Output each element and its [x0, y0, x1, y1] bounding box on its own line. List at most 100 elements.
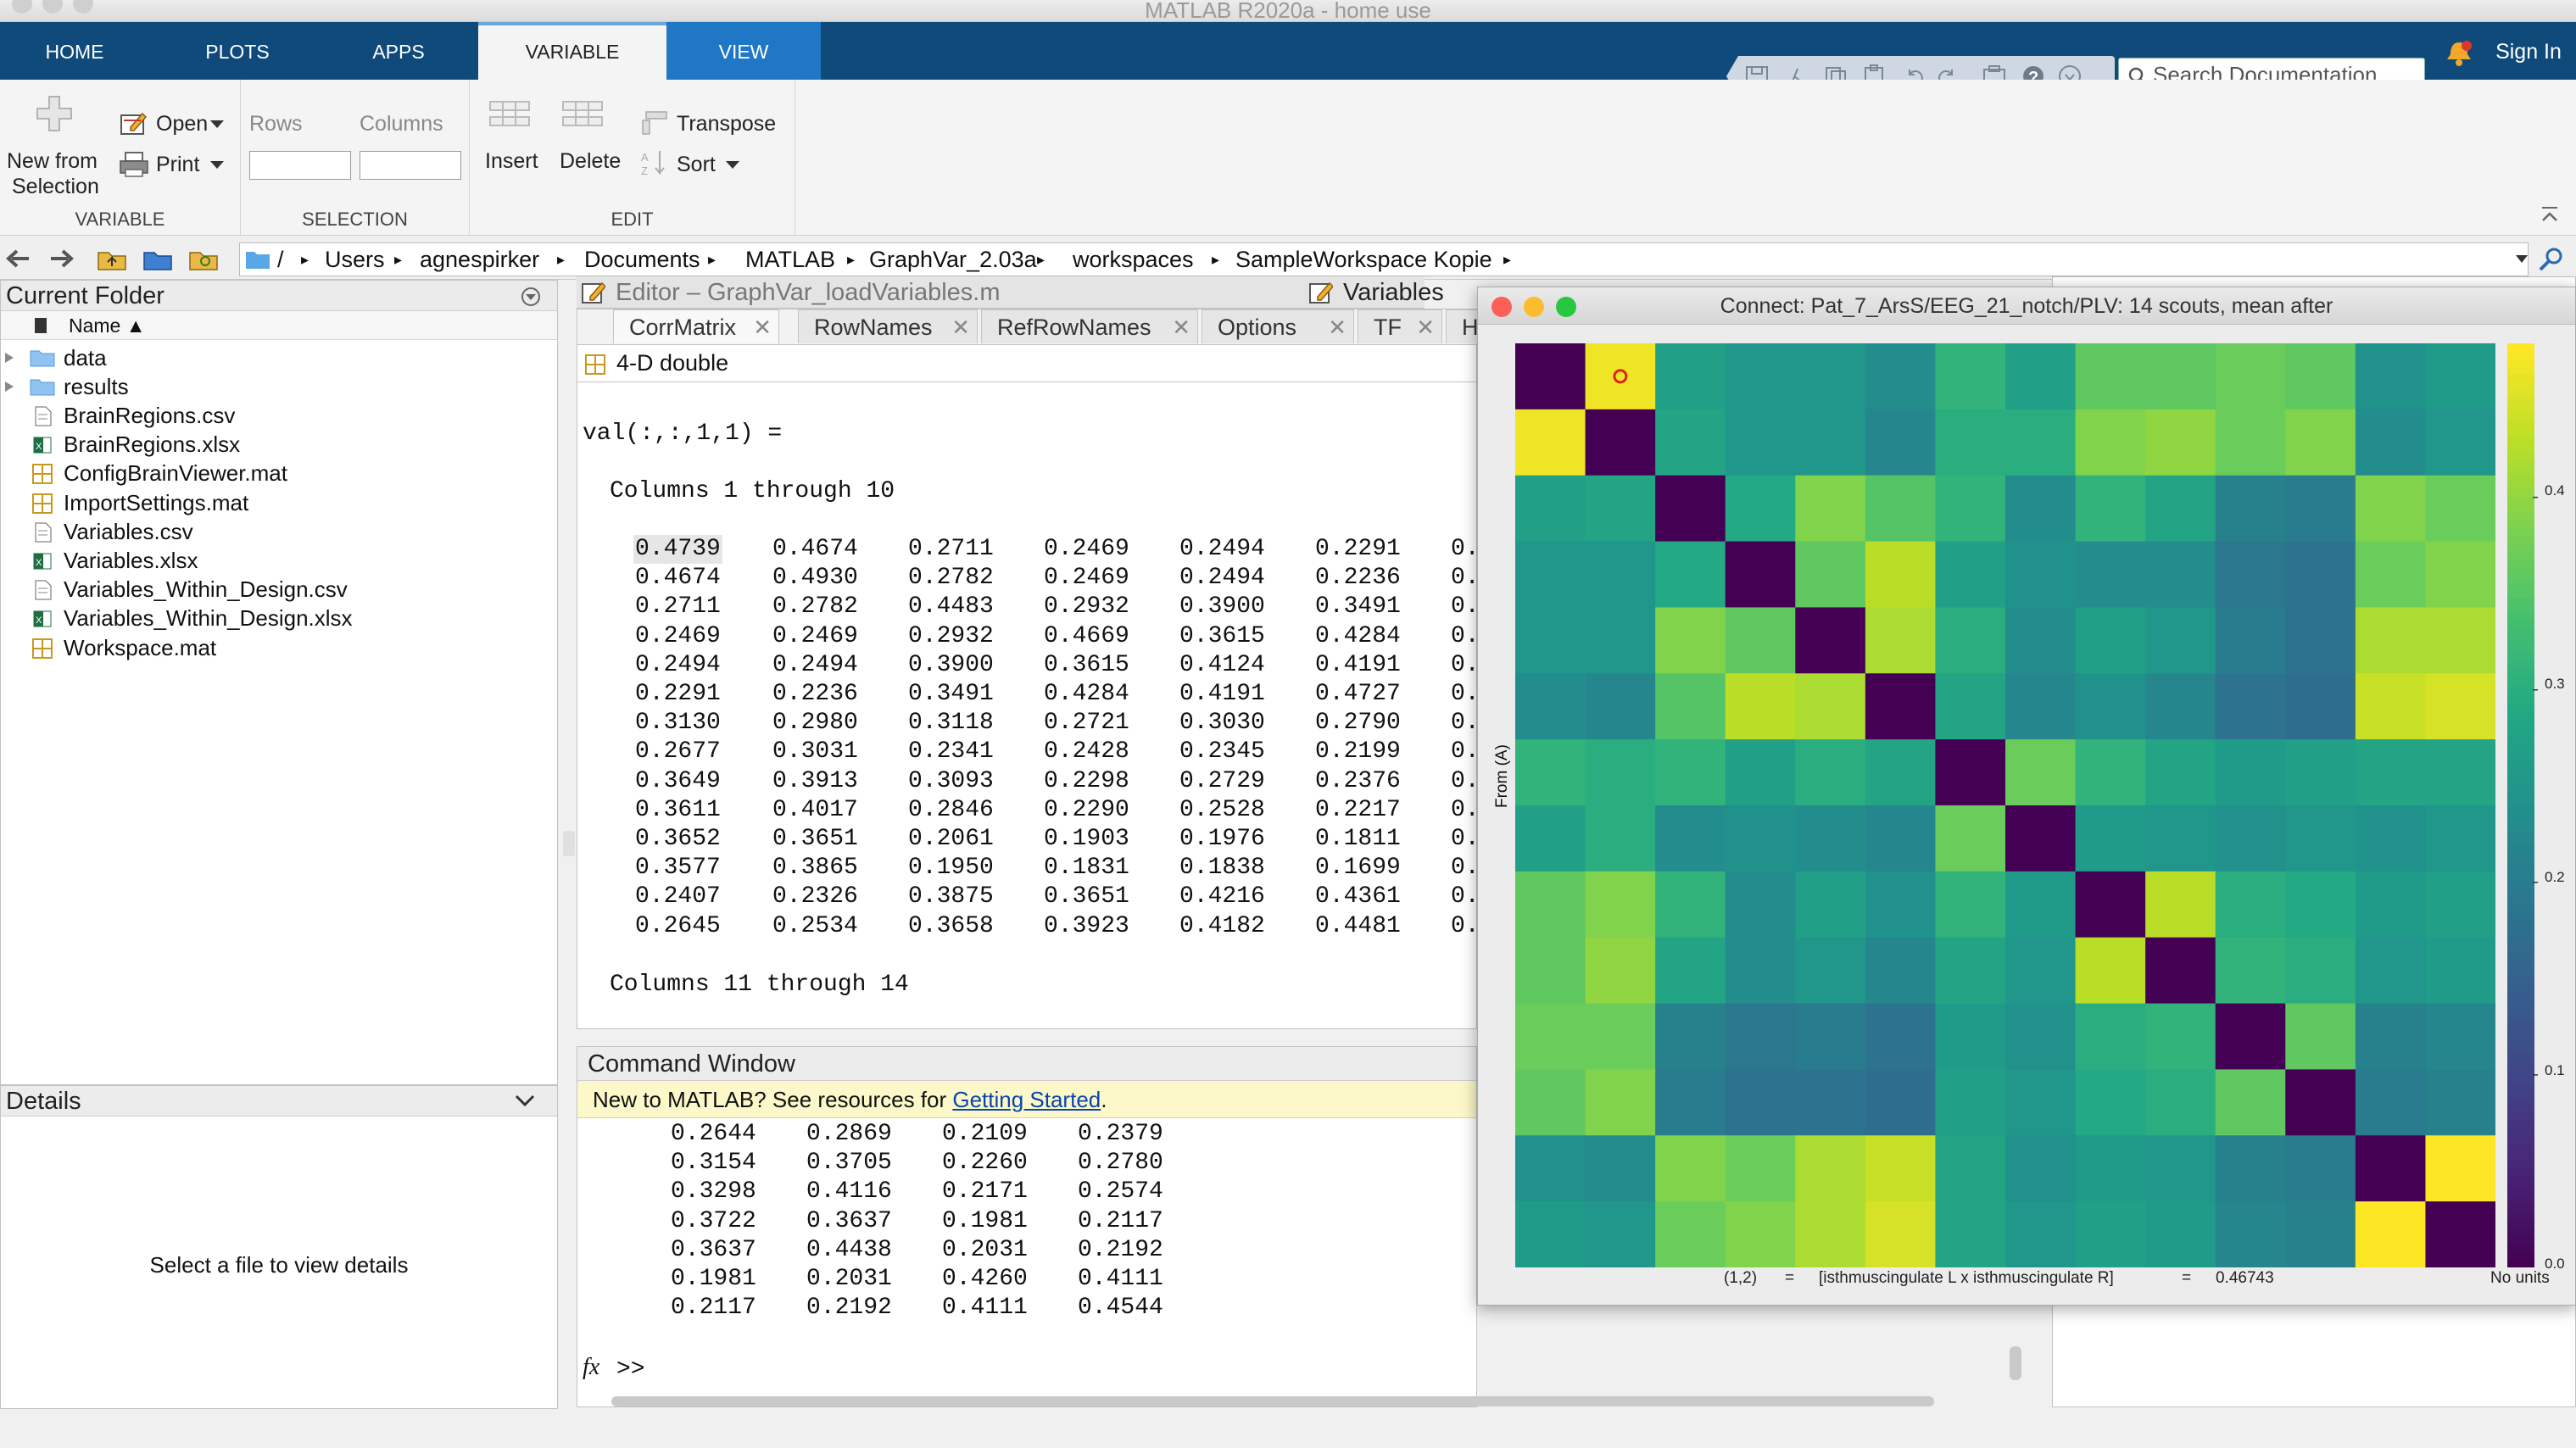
variable-cell[interactable]: 0. — [1451, 680, 1480, 709]
variable-cell[interactable]: 0.2290 — [1044, 796, 1129, 825]
heatmap-cell[interactable] — [1725, 409, 1796, 476]
heatmap-cell[interactable] — [2075, 1135, 2146, 1202]
heatmap-cell[interactable] — [2285, 805, 2356, 872]
heatmap-cell[interactable] — [2075, 607, 2146, 674]
heatmap-cell[interactable] — [2285, 1135, 2356, 1202]
tab-apps[interactable]: APPS — [339, 22, 458, 80]
heatmap-cell[interactable] — [2215, 343, 2286, 410]
heatmap-cell[interactable] — [2215, 871, 2286, 938]
heatmap-cell[interactable] — [2355, 409, 2427, 476]
vertical-scrollbar[interactable] — [2010, 1346, 2021, 1380]
forward-icon[interactable] — [47, 248, 76, 270]
variable-cell[interactable]: 0.3651 — [1044, 883, 1129, 911]
heatmap-cell[interactable] — [1935, 739, 2006, 806]
heatmap-cell[interactable] — [2145, 1069, 2216, 1136]
variable-cell[interactable]: 0. — [1451, 535, 1480, 564]
heatmap-cell[interactable] — [1725, 871, 1796, 938]
heatmap-cell[interactable] — [2215, 1135, 2286, 1202]
variable-cell[interactable]: 0.3658 — [908, 912, 994, 941]
heatmap-cell[interactable] — [1865, 475, 1937, 543]
heatmap-cell[interactable] — [2215, 1201, 2286, 1267]
variable-cell[interactable]: 0.1950 — [908, 854, 994, 883]
heatmap-cell[interactable] — [2145, 937, 2216, 1005]
heatmap-cell[interactable] — [2355, 1003, 2427, 1071]
heatmap-cell[interactable] — [1865, 607, 1937, 674]
heatmap-cell[interactable] — [2215, 673, 2286, 740]
variable-cell[interactable]: 0.3900 — [908, 651, 994, 680]
heatmap-cell[interactable] — [1865, 409, 1937, 476]
heatmap-cell[interactable] — [2285, 475, 2356, 543]
variable-cell[interactable]: 0.3875 — [908, 883, 994, 911]
heatmap-cell[interactable] — [2075, 937, 2146, 1005]
breadcrumb-agnespirker[interactable]: agnespirker — [420, 242, 539, 276]
heatmap-cell[interactable] — [1795, 1201, 1866, 1267]
variable-cell[interactable]: 0.2645 — [635, 912, 721, 941]
variable-cell[interactable]: 0.2291 — [1315, 535, 1401, 564]
heatmap-cell[interactable] — [1515, 739, 1586, 806]
minimize-figure-button[interactable] — [1524, 297, 1544, 317]
heatmap-cell[interactable] — [1655, 607, 1726, 674]
heatmap-cell[interactable] — [1655, 1135, 1726, 1202]
heatmap-cell[interactable] — [2005, 343, 2077, 410]
variable-cell[interactable]: 0.3649 — [635, 767, 721, 796]
heatmap-cell[interactable] — [2355, 343, 2427, 410]
heatmap-cell[interactable] — [2145, 1135, 2216, 1202]
variable-cell[interactable]: 0.2782 — [772, 593, 858, 621]
heatmap-cell[interactable] — [1935, 937, 2006, 1005]
heatmap-cell[interactable] — [1795, 805, 1866, 872]
heatmap-cell[interactable] — [2425, 409, 2495, 476]
heatmap-cell[interactable] — [2145, 805, 2216, 872]
heatmap-cell[interactable] — [2285, 409, 2356, 476]
tab-variable[interactable]: VARIABLE — [478, 22, 666, 80]
heatmap-cell[interactable] — [1655, 541, 1726, 609]
close-tab-icon[interactable]: ✕ — [1328, 310, 1347, 344]
heatmap-cell[interactable] — [2355, 739, 2427, 806]
heatmap-cell[interactable] — [1515, 937, 1586, 1005]
variable-cell[interactable]: 0.4361 — [1315, 883, 1401, 911]
variable-cell[interactable]: 0.2528 — [1179, 796, 1265, 825]
variable-cell[interactable]: 0.3093 — [908, 767, 994, 796]
heatmap-cell[interactable] — [2005, 871, 2077, 938]
heatmap-cell[interactable] — [1865, 739, 1937, 806]
heatmap-cell[interactable] — [2005, 541, 2077, 609]
column-header[interactable]: Name ▲ — [1, 311, 557, 340]
close-figure-button[interactable] — [1492, 297, 1512, 317]
variable-cell[interactable]: 0.4739 — [633, 535, 722, 565]
variable-cell[interactable]: 0.3615 — [1179, 622, 1265, 651]
heatmap-cell[interactable] — [1725, 475, 1796, 543]
heatmap-cell[interactable] — [1515, 673, 1586, 740]
heatmap-cell[interactable] — [2425, 673, 2495, 740]
variable-cell[interactable]: 0.2782 — [908, 564, 994, 593]
heatmap-cell[interactable] — [1515, 1135, 1586, 1202]
variable-cell[interactable]: 0.3865 — [772, 854, 858, 883]
heatmap-cell[interactable] — [1865, 1069, 1937, 1136]
variable-cell[interactable]: 0.3130 — [635, 709, 721, 738]
heatmap-cell[interactable] — [1725, 805, 1796, 872]
heatmap-cell[interactable] — [1725, 1201, 1796, 1267]
variable-cell[interactable]: 0.4191 — [1315, 651, 1401, 680]
variable-cell[interactable]: 0.3030 — [1179, 709, 1265, 738]
variable-cell[interactable]: 0.1831 — [1044, 854, 1129, 883]
heatmap-cell[interactable] — [1585, 343, 1656, 410]
heatmap-cell[interactable] — [2425, 607, 2495, 674]
heatmap-cell[interactable] — [2075, 409, 2146, 476]
variable-cell[interactable]: 0.2341 — [908, 738, 994, 766]
heatmap-cell[interactable] — [1655, 739, 1726, 806]
variable-cell[interactable]: 0.4674 — [772, 535, 858, 564]
heatmap-cell[interactable] — [2355, 673, 2427, 740]
heatmap-cell[interactable] — [1515, 607, 1586, 674]
heatmap-cell[interactable] — [1795, 343, 1866, 410]
variable-cell[interactable]: 0.2494 — [1179, 535, 1265, 564]
folder-item[interactable]: data — [1, 343, 557, 372]
variable-cell[interactable]: 0. — [1451, 796, 1480, 825]
heatmap-cell[interactable] — [2215, 805, 2286, 872]
heatmap-cell[interactable] — [2425, 343, 2495, 410]
heatmap-cell[interactable] — [2215, 607, 2286, 674]
heatmap-cell[interactable] — [2285, 1003, 2356, 1071]
heatmap-cell[interactable] — [2425, 541, 2495, 609]
heatmap-cell[interactable] — [2355, 805, 2427, 872]
variable-cell[interactable]: 0.4930 — [772, 564, 858, 593]
variable-cell[interactable]: 0.1699 — [1315, 854, 1401, 883]
tab-options[interactable]: Options ✕ — [1202, 309, 1354, 343]
variable-cell[interactable]: 0. — [1451, 709, 1480, 738]
